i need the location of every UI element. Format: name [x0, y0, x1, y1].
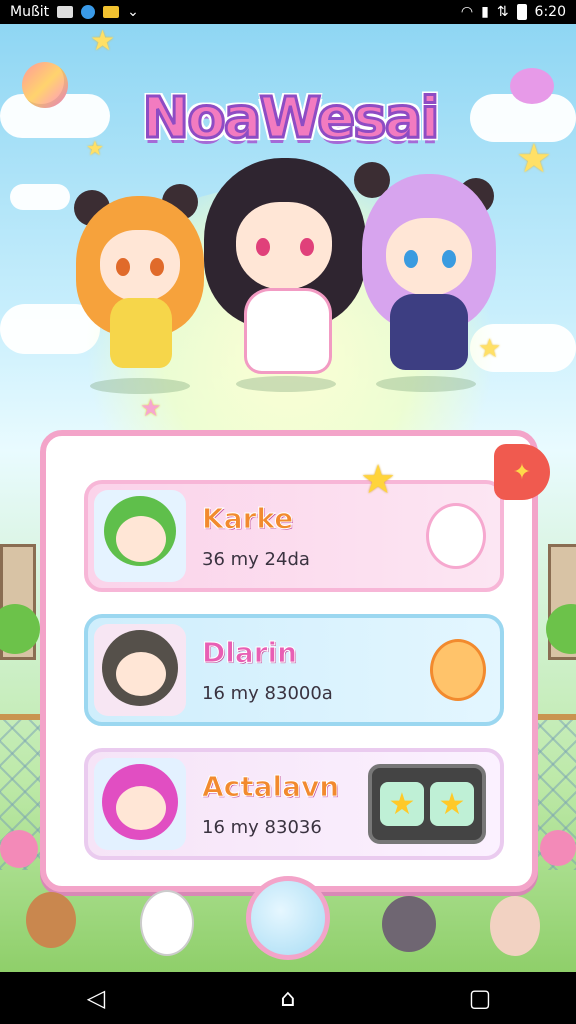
star-icon: ★ — [516, 136, 552, 182]
star-icon: ★ — [140, 394, 162, 422]
heart-orb-button[interactable] — [246, 876, 330, 960]
bunny-mascot-icon — [426, 503, 486, 569]
avatar — [94, 490, 186, 582]
recents-button[interactable]: ▢ — [460, 978, 500, 1018]
critter-icon — [490, 896, 540, 956]
navigation-bar: ◁ ⌂ ▢ — [0, 972, 576, 1024]
player-stat: 16 my 83000a — [202, 683, 333, 704]
dress — [244, 288, 332, 374]
avatar-face — [116, 652, 166, 696]
flag-badge-icon[interactable]: ✦ — [494, 444, 550, 500]
player-name: Karke — [202, 502, 294, 536]
eye — [404, 250, 418, 268]
star-mascot-icon: ★ — [360, 457, 396, 503]
stars-button[interactable]: ★ ★ — [368, 764, 486, 844]
avatar — [94, 758, 186, 850]
gallery-icon — [57, 6, 74, 18]
game-screen: ★ ★ ★ ★ ★ NoaWesai Karke 36 my 24da Dlar… — [0, 24, 576, 972]
player-name: Dlarin — [202, 636, 298, 670]
face — [236, 202, 332, 290]
character-lavender-girl — [354, 162, 504, 396]
critter-icon — [26, 892, 76, 948]
candy-bubble-icon — [22, 62, 68, 108]
eye — [256, 238, 270, 256]
avatar-face — [116, 786, 166, 830]
home-button[interactable]: ⌂ — [268, 978, 308, 1018]
flower-icon — [540, 830, 576, 866]
avatar-face — [116, 516, 166, 562]
player-card[interactable]: Dlarin 16 my 83000a — [84, 614, 504, 726]
player-name: Actalavn — [201, 770, 340, 804]
status-bar: Mußit ⌄ ◠ ▮ ⇅ 6:20 — [0, 0, 576, 24]
dress — [390, 294, 468, 370]
dress — [110, 298, 172, 368]
ground-shadow — [376, 376, 476, 392]
star-icon: ★ — [380, 782, 424, 826]
wifi-icon: ◠ — [460, 4, 474, 20]
app-notification-icon — [103, 6, 120, 18]
chevron-down-icon: ⌄ — [127, 4, 139, 20]
critter-icon — [382, 896, 436, 952]
player-card[interactable]: Actalavn 16 my 83036 ★ ★ — [84, 748, 504, 860]
pig-balloon-icon — [510, 68, 554, 104]
player-card[interactable]: Karke 36 my 24da — [84, 480, 504, 592]
chat-bubble-icon[interactable] — [430, 639, 486, 701]
cloud — [10, 184, 70, 210]
player-list-panel: Karke 36 my 24da Dlarin 16 my 83000a Act — [40, 430, 538, 892]
signal-icon: ▮ — [481, 4, 489, 20]
eye — [150, 258, 164, 276]
eye — [300, 238, 314, 256]
ground-shadow — [236, 376, 336, 392]
eye — [442, 250, 456, 268]
notification-icon — [81, 5, 96, 19]
carrier-label: Mußit — [10, 4, 50, 20]
player-stat: 36 my 24da — [202, 549, 310, 570]
critter-icon — [140, 890, 194, 956]
star-icon: ★ — [86, 136, 104, 160]
star-icon: ★ — [430, 782, 474, 826]
clock: 6:20 — [534, 4, 566, 20]
face — [386, 218, 472, 296]
back-button[interactable]: ◁ — [76, 978, 116, 1018]
data-icon: ⇅ — [496, 4, 509, 20]
face — [100, 230, 180, 302]
character-dark-hair-girl — [200, 146, 370, 396]
eye — [116, 258, 130, 276]
star-icon: ★ — [90, 24, 116, 57]
character-orange-girl — [70, 174, 210, 394]
player-stat: 16 my 83036 — [202, 817, 322, 838]
flower-icon — [0, 830, 38, 868]
avatar — [94, 624, 186, 716]
battery-icon — [516, 4, 527, 20]
ground-shadow — [90, 378, 190, 394]
